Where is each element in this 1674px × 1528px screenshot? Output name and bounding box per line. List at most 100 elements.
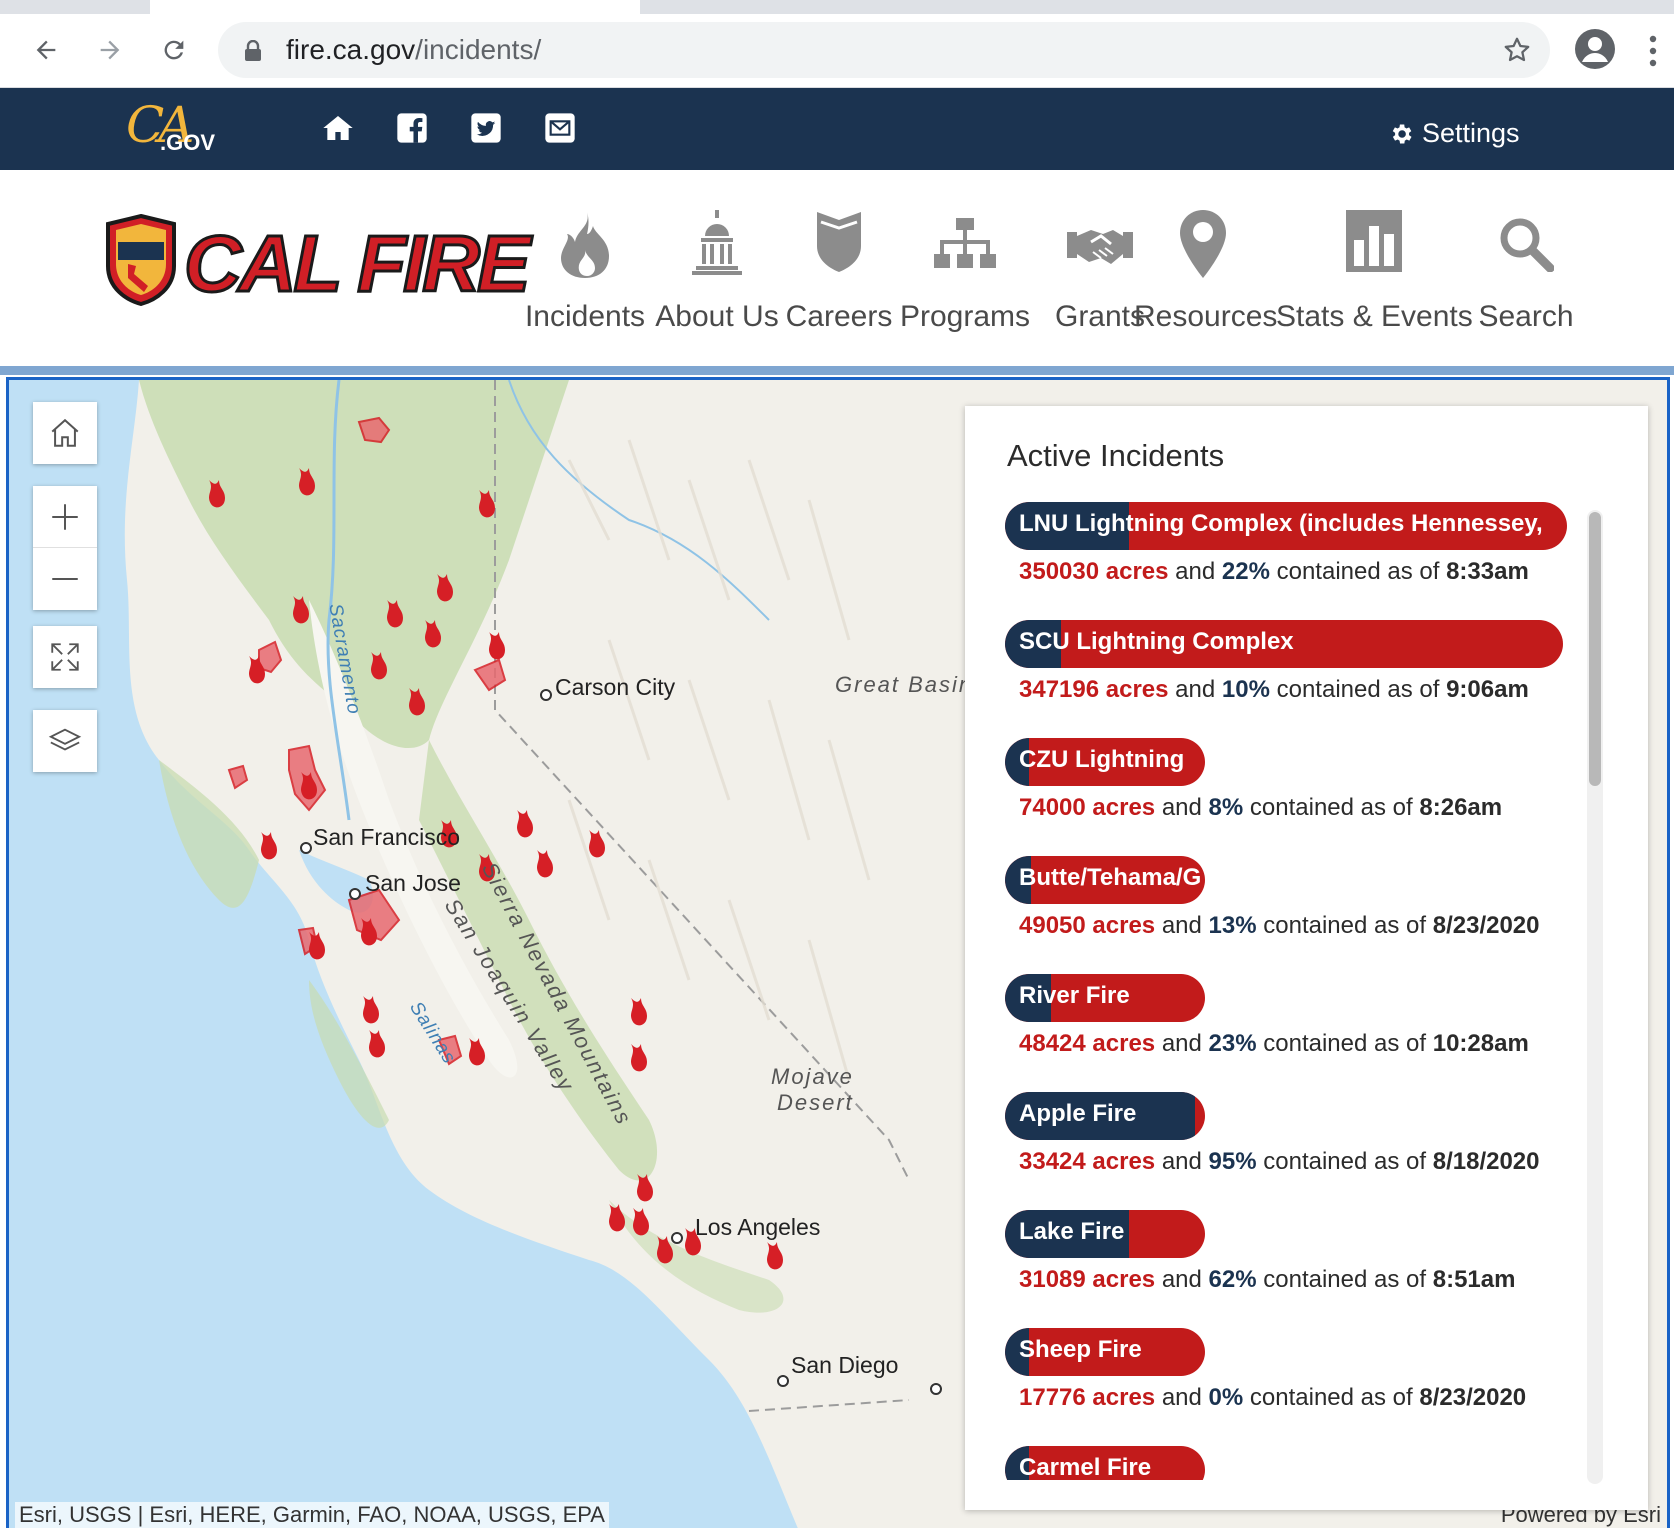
nav-about-us[interactable]: About Us (654, 210, 780, 350)
region-label-mojave: Mojave (771, 1064, 854, 1089)
scrollbar-thumb[interactable] (1589, 512, 1601, 786)
incident-item[interactable]: Butte/Tehama/G 49050 acres and 13% contai… (1005, 856, 1595, 974)
reload-button[interactable] (154, 30, 194, 70)
forward-button[interactable] (90, 30, 130, 70)
settings-label: Settings (1422, 118, 1520, 148)
map-layers-control[interactable] (33, 710, 97, 772)
incident-name: Apple Fire (1019, 1100, 1137, 1127)
acres-unit: acres (1105, 676, 1169, 703)
search-icon (1500, 218, 1554, 272)
lock-icon (245, 40, 261, 61)
contained-as-of-word: contained as of (1263, 1266, 1427, 1293)
fullscreen-button[interactable] (33, 626, 97, 688)
org-chart-icon (934, 218, 996, 268)
zoom-out-button[interactable] (33, 548, 97, 610)
back-button[interactable] (26, 30, 66, 70)
contained-as-of-word: contained as of (1276, 676, 1440, 703)
acres-unit: acres (1092, 1148, 1156, 1175)
map-attribution[interactable]: Esri, USGS | Esri, HERE, Garmin, FAO, NO… (15, 1502, 609, 1528)
bookmark-star-icon[interactable] (1502, 35, 1532, 65)
incident-item[interactable]: SCU Lightning Complex 347196 acres and 10… (1005, 620, 1595, 738)
cagov-logo[interactable]: CA .GOV (124, 96, 215, 158)
calfire-wordmark: CAL FIRE (182, 218, 531, 310)
incident-acres: 48424 (1019, 1030, 1086, 1057)
incident-containment-bar[interactable]: CZU Lightning (1005, 738, 1205, 786)
calfire-logo[interactable]: CAL FIRE (104, 214, 554, 310)
layers-icon (48, 728, 82, 751)
cagov-utility-bar: CA .GOV Settings (0, 88, 1674, 170)
incident-item[interactable]: LNU Lightning Complex (includes Hennesse… (1005, 502, 1595, 620)
home-link[interactable] (320, 110, 356, 146)
incident-containment-bar[interactable]: Lake Fire (1005, 1210, 1205, 1258)
settings-button[interactable]: Settings (1388, 118, 1520, 149)
panel-title: Active Incidents (1007, 438, 1225, 473)
twitter-link[interactable] (468, 110, 504, 146)
bar-chart-icon (1346, 210, 1402, 272)
map-home-control[interactable] (33, 402, 97, 464)
active-browser-tab[interactable] (150, 0, 640, 14)
acres-unit: acres (1092, 1384, 1156, 1411)
capitol-icon (692, 210, 742, 275)
incident-item[interactable]: Lake Fire 31089 acres and 62% contained a… (1005, 1210, 1595, 1328)
incident-map[interactable]: Carson City San Francisco San Jose Los A… (6, 377, 1670, 1528)
home-icon (323, 116, 353, 140)
acres-unit: acres (1092, 912, 1156, 939)
incident-item[interactable]: Carmel Fire (1005, 1446, 1595, 1480)
nav-careers[interactable]: Careers (784, 210, 894, 350)
region-label-great-basin: Great Basin (835, 672, 974, 697)
map-home-button[interactable] (33, 402, 97, 464)
incident-item[interactable]: River Fire 48424 acres and 23% contained … (1005, 974, 1595, 1092)
incident-item[interactable]: Apple Fire 33424 acres and 95% contained … (1005, 1092, 1595, 1210)
incident-acres: 350030 (1019, 558, 1100, 585)
map-fullscreen-control[interactable] (33, 626, 97, 688)
nav-programs[interactable]: Programs (898, 210, 1032, 350)
nav-search[interactable]: Search (1474, 210, 1578, 350)
zoom-in-button[interactable] (33, 486, 97, 548)
email-link[interactable] (542, 110, 578, 146)
incident-containment-bar[interactable]: Apple Fire (1005, 1092, 1205, 1140)
incident-name: Sheep Fire (1019, 1336, 1142, 1363)
page-root: fire.ca.gov/incidents/ CA .GOV Settings (0, 0, 1674, 1528)
profile-avatar-icon[interactable] (1574, 28, 1616, 70)
incident-name: SCU Lightning Complex (1019, 628, 1294, 655)
incident-acres: 74000 (1019, 794, 1086, 821)
incident-containment-bar[interactable]: Butte/Tehama/G (1005, 856, 1205, 904)
incident-containment-bar[interactable]: Sheep Fire (1005, 1328, 1205, 1376)
site-header: CAL FIRE Incidents About Us Careers Prog… (0, 170, 1674, 366)
incident-item[interactable]: CZU Lightning 74000 acres and 8% containe… (1005, 738, 1595, 856)
and-word: and (1161, 1030, 1202, 1057)
incident-contained-percent: 0% (1208, 1384, 1244, 1411)
email-icon (545, 113, 575, 143)
city-label-san-francisco: San Francisco (313, 824, 461, 850)
incident-stats: 17776 acres and 0% contained as of 8/23/… (1019, 1384, 1526, 1412)
incident-list[interactable]: LNU Lightning Complex (includes Hennesse… (1005, 502, 1595, 1480)
layers-button[interactable] (33, 710, 97, 772)
twitter-icon (471, 113, 501, 143)
header-divider (0, 366, 1674, 375)
browser-toolbar: fire.ca.gov/incidents/ (0, 14, 1674, 88)
incident-list-scrollbar[interactable] (1587, 510, 1603, 1484)
nav-stats-events[interactable]: Stats & Events (1276, 210, 1473, 350)
incident-containment-bar[interactable]: LNU Lightning Complex (includes Hennesse… (1005, 502, 1567, 550)
incident-containment-bar[interactable]: SCU Lightning Complex (1005, 620, 1563, 668)
city-label-los-angeles: Los Angeles (695, 1214, 821, 1240)
url-host: fire.ca.gov (286, 34, 416, 65)
incident-contained-percent: 23% (1208, 1030, 1257, 1057)
back-arrow-icon (36, 40, 56, 60)
incident-containment-bar[interactable]: River Fire (1005, 974, 1205, 1022)
incident-name: River Fire (1019, 982, 1130, 1009)
map-zoom-control (33, 486, 97, 610)
nav-incidents[interactable]: Incidents (520, 210, 650, 350)
facebook-link[interactable] (394, 110, 430, 146)
browser-menu-icon[interactable] (1648, 34, 1658, 68)
nav-resources[interactable]: Resources (1134, 210, 1278, 350)
incident-containment-bar[interactable]: Carmel Fire (1005, 1446, 1205, 1480)
incident-stats: 33424 acres and 95% contained as of 8/18… (1019, 1148, 1540, 1176)
shield-icon (817, 212, 861, 272)
minus-icon (52, 578, 78, 580)
address-bar[interactable]: fire.ca.gov/incidents/ (218, 22, 1550, 78)
nav-resources-label: Resources (1134, 300, 1278, 333)
incident-item[interactable]: Sheep Fire 17776 acres and 0% contained a… (1005, 1328, 1595, 1446)
incident-as-of: 8:51am (1432, 1266, 1516, 1293)
acres-unit: acres (1092, 1266, 1156, 1293)
